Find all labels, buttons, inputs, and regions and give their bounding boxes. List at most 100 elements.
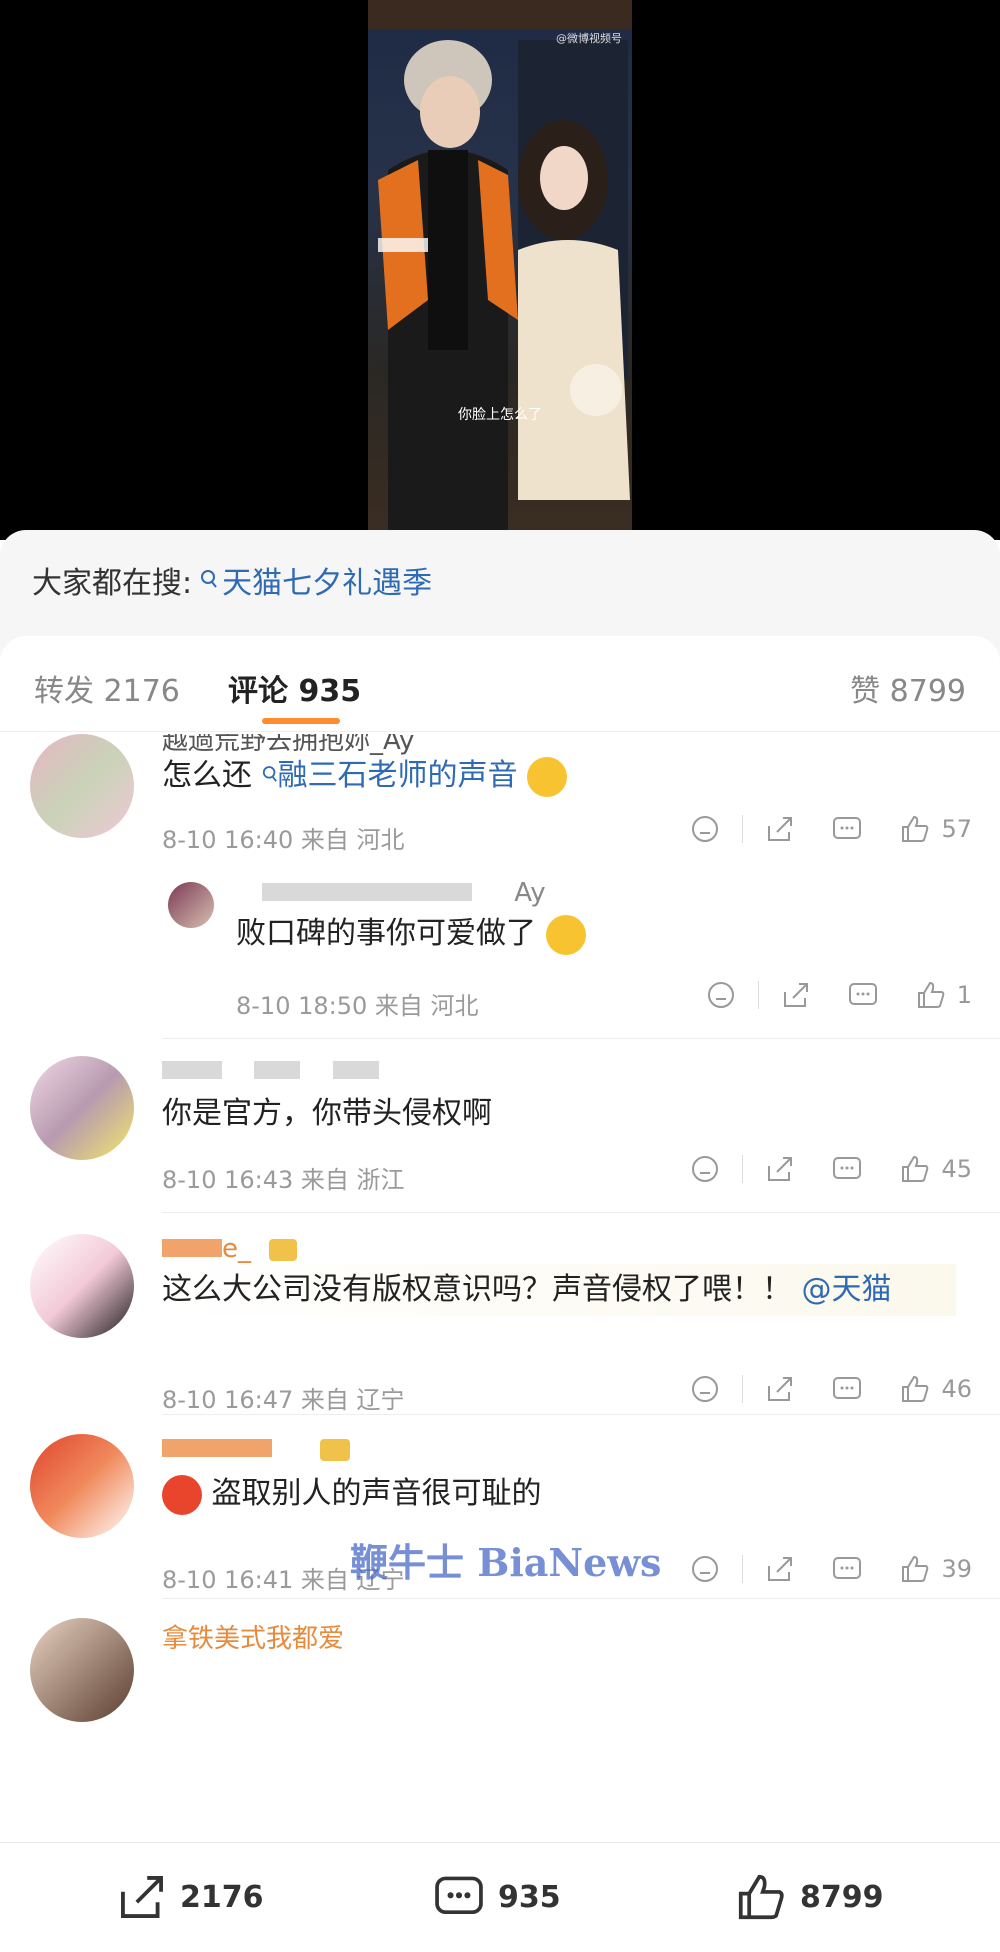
dislike-icon[interactable] (706, 980, 736, 1010)
comment-meta: 8-10 16:43 来自 浙江 (162, 1166, 405, 1194)
like-count: 39 (941, 1555, 972, 1583)
tab-repost[interactable]: 转发 2176 (34, 666, 180, 710)
video-frame[interactable]: @微博视频号 你脸上怎么了 (368, 0, 632, 530)
crown-badge-icon (320, 1438, 351, 1461)
watermark-text: 鞭牛士 BiaNews (350, 1540, 662, 1585)
like-icon (738, 1874, 784, 1920)
comment-text-prefix: 怎么还 (162, 758, 252, 793)
bottom-repost-count: 2176 (180, 1879, 264, 1915)
hot-search-bar[interactable]: 大家都在搜: 天猫七夕礼遇季 (32, 558, 432, 602)
action-separator (742, 1375, 744, 1403)
emoji-icon (527, 756, 568, 797)
comment-text: 你是官方，你带头侵权啊 (162, 1096, 492, 1131)
avatar[interactable] (30, 734, 134, 838)
share-icon[interactable] (765, 1374, 795, 1404)
like-count: 46 (941, 1375, 972, 1403)
emoji-icon (545, 914, 586, 955)
share-icon[interactable] (781, 980, 811, 1010)
reply-icon[interactable] (831, 814, 863, 844)
bottom-like-button[interactable]: 8799 (734, 1871, 884, 1923)
reply-text: 败口碑的事你可爱做了 (236, 908, 956, 960)
comment-divider (162, 1038, 1000, 1039)
avatar[interactable] (168, 882, 214, 928)
like-icon[interactable] (899, 1374, 931, 1404)
video-subtitle: 你脸上怎么了 (458, 407, 542, 423)
action-separator (742, 1155, 744, 1183)
bottom-comment-button[interactable]: 935 (432, 1871, 561, 1923)
video-watermark: @微博视频号 (556, 32, 622, 45)
comment-icon (435, 1876, 483, 1915)
bottom-action-bar: 2176 935 8799 (0, 1842, 1000, 1952)
comment-author[interactable] (162, 1434, 351, 1464)
tab-like[interactable]: 赞 8799 (850, 666, 966, 710)
reply-icon[interactable] (831, 1554, 863, 1584)
action-separator (742, 1555, 744, 1583)
avatar[interactable] (30, 1056, 134, 1160)
reply-icon[interactable] (831, 1154, 863, 1184)
dislike-icon[interactable] (690, 1154, 720, 1184)
comment-author[interactable]: e_ (162, 1234, 298, 1264)
dislike-icon[interactable] (690, 1554, 720, 1584)
dislike-icon[interactable] (690, 814, 720, 844)
reply-actions: 1 (706, 980, 972, 1010)
search-icon (262, 766, 277, 782)
reply-icon[interactable] (831, 1374, 863, 1404)
share-icon[interactable] (765, 1554, 795, 1584)
comment-actions: 39 (690, 1554, 972, 1584)
action-separator (757, 981, 759, 1009)
blurred-name (162, 1439, 272, 1457)
like-count: 45 (941, 1155, 972, 1183)
video-player[interactable]: @微博视频号 你脸上怎么了 (0, 0, 1000, 540)
like-icon[interactable] (899, 814, 931, 844)
comment-actions: 45 (690, 1154, 972, 1184)
search-icon (201, 570, 217, 588)
comments-panel: 转发 2176 评论 935 赞 8799 越過荒野去拥抱妳_Ay 怎么还 融三… (0, 636, 1000, 1952)
action-separator (742, 815, 744, 843)
comment-text: 这么大公司没有版权意识吗？声音侵权了喂！！ @天猫 (162, 1264, 956, 1316)
blurred-name (162, 1239, 222, 1257)
avatar[interactable] (30, 1234, 134, 1338)
reply-icon[interactable] (847, 980, 879, 1010)
comment-meta: 8-10 16:40 来自 河北 (162, 826, 405, 854)
reply-author[interactable]: Ay (262, 878, 546, 908)
comment-text: 盗取别人的声音很可耻的 (162, 1468, 956, 1520)
like-icon[interactable] (899, 1154, 931, 1184)
comment-actions: 57 (690, 814, 972, 844)
tab-comment[interactable]: 评论 935 (228, 666, 361, 710)
tab-active-indicator (262, 718, 340, 724)
comment-divider (162, 1598, 1000, 1599)
comment-author[interactable]: 拿铁美式我都爱 (162, 1618, 344, 1655)
share-icon[interactable] (765, 814, 795, 844)
bottom-repost-button[interactable]: 2176 (116, 1871, 264, 1923)
comment-divider (162, 1212, 1000, 1213)
avatar[interactable] (30, 1618, 134, 1722)
comment-sheet: 大家都在搜: 天猫七夕礼遇季 转发 2176 评论 935 赞 8799 越過荒… (0, 530, 1000, 1952)
comment-meta: 8-10 16:47 来自 辽宁 (162, 1386, 405, 1414)
comment-author[interactable] (162, 1056, 379, 1086)
like-count: 57 (941, 815, 972, 843)
comment-actions: 46 (690, 1374, 972, 1404)
angry-emoji-icon (162, 1474, 202, 1515)
comment-list[interactable]: 越過荒野去拥抱妳_Ay 怎么还 融三石老师的声音 8-10 16:40 来自 河… (0, 734, 1000, 1794)
video-scene-image (368, 0, 632, 530)
hot-search-query: 天猫七夕礼遇季 (222, 566, 433, 601)
hot-search-prefix: 大家都在搜: (32, 566, 193, 601)
hot-search-link[interactable]: 天猫七夕礼遇季 (200, 558, 432, 602)
like-count: 1 (956, 981, 972, 1009)
bottom-comment-count: 935 (498, 1879, 561, 1915)
bottom-like-count: 8799 (800, 1879, 884, 1915)
comment-search-link[interactable]: 融三石老师的声音 (262, 758, 528, 793)
tab-bar: 转发 2176 评论 935 赞 8799 (0, 636, 1000, 732)
comment-text: 怎么还 融三石老师的声音 (162, 750, 956, 802)
share-icon[interactable] (765, 1154, 795, 1184)
comment-search-query: 融三石老师的声音 (277, 758, 518, 793)
crown-badge-icon (269, 1238, 298, 1261)
avatar[interactable] (30, 1434, 134, 1538)
dislike-icon[interactable] (690, 1374, 720, 1404)
like-icon[interactable] (899, 1554, 931, 1584)
like-icon[interactable] (915, 980, 947, 1010)
blurred-name (162, 1061, 222, 1079)
blurred-name (262, 883, 472, 901)
mention-link[interactable]: @天猫 (802, 1272, 892, 1307)
comment-divider (162, 1414, 1000, 1415)
